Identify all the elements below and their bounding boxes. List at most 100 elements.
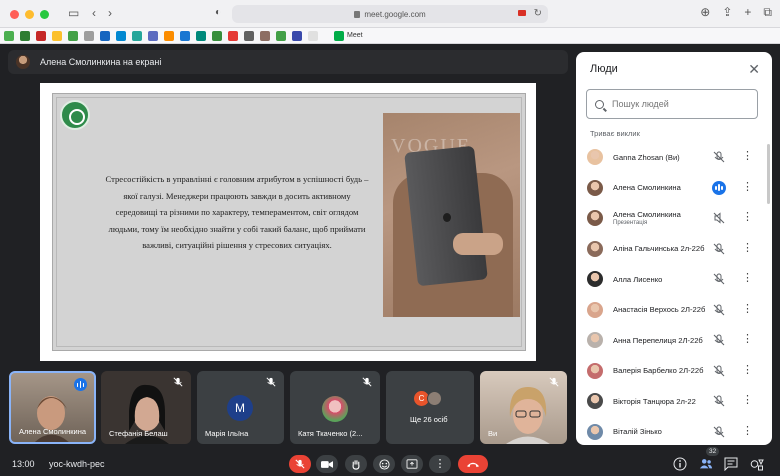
mic-off-icon[interactable] (713, 395, 725, 407)
bookmark-icon[interactable] (308, 30, 318, 41)
address-bar[interactable]: meet.google.com ↻ (232, 5, 548, 23)
participant-row[interactable]: Валерія Барбелко 2Л-22б ⋮ (576, 356, 772, 387)
activities-icon[interactable] (750, 457, 764, 471)
bookmark-icon[interactable] (212, 30, 222, 41)
more-options-button[interactable]: ⋮ (429, 455, 451, 473)
mic-off-icon (266, 377, 276, 387)
bookmark-icon[interactable] (52, 30, 62, 41)
more-vert-icon[interactable]: ⋮ (742, 424, 753, 438)
video-tile[interactable]: Стефанія Белаш (101, 371, 191, 444)
video-tile[interactable]: Алена Смолинкина (9, 371, 96, 444)
participant-name-text: Алла Лисенко (613, 274, 663, 284)
avatar (587, 210, 603, 227)
downloads-icon[interactable]: ⊕ (700, 5, 710, 20)
bookmark-icon[interactable] (132, 30, 142, 41)
raise-hand-button[interactable] (345, 455, 367, 473)
participant-name: Алена Смолинкина Презентація (613, 210, 723, 226)
mic-off-icon[interactable] (713, 365, 725, 377)
participant-row[interactable]: Вікторія Танцюра 2л-22 ⋮ (576, 386, 772, 417)
bookmark-icon[interactable] (292, 30, 302, 41)
more-participants-tile[interactable]: C Ще 26 осіб (386, 371, 474, 444)
participant-row[interactable]: Анна Перепелиця 2Л-22б ⋮ (576, 325, 772, 356)
more-vert-icon[interactable]: ⋮ (742, 180, 753, 194)
maximize-window-icon[interactable] (40, 10, 49, 19)
close-window-icon[interactable] (10, 10, 19, 19)
bookmark-icon[interactable] (276, 30, 286, 41)
bookmark-icon[interactable] (164, 30, 174, 41)
more-vert-icon[interactable]: ⋮ (742, 271, 753, 285)
privacy-shield-icon[interactable]: ◐ (215, 7, 221, 18)
participant-list: Ganna Zhosan (Ви) ⋮ Алена Смолинкина ⋮ Алена… (576, 142, 772, 445)
bookmark-icon[interactable] (180, 30, 190, 41)
bookmark-icon[interactable] (244, 30, 254, 41)
mic-off-icon[interactable] (713, 243, 725, 255)
bookmark-icon[interactable] (20, 30, 30, 41)
video-tile[interactable]: M Марія Ільїна (197, 371, 284, 444)
bookmark-icon[interactable] (4, 30, 14, 41)
participant-row[interactable]: Алена Смолинкина ⋮ (576, 173, 772, 204)
bookmark-icon[interactable] (148, 30, 158, 41)
more-vert-icon[interactable]: ⋮ (742, 363, 753, 377)
sidebar-toggle-icon[interactable]: ▭ (68, 6, 79, 20)
scrollbar[interactable] (767, 144, 770, 204)
mic-off-icon[interactable] (713, 273, 725, 285)
mic-off-icon[interactable] (713, 304, 725, 316)
window-controls[interactable] (10, 10, 49, 19)
video-tile[interactable]: Катя Ткаченко (2... (290, 371, 380, 444)
search-input[interactable] (612, 99, 752, 109)
mic-off-icon[interactable] (713, 334, 725, 346)
mic-toggle-button[interactable] (289, 455, 311, 473)
url-text: meet.google.com (364, 9, 426, 19)
participant-row[interactable]: Аліна Гальчинська 2л-22б ⋮ (576, 234, 772, 265)
slide-body-text: Стресостійкість в управлінні є головним … (105, 174, 369, 250)
bookmark-icon[interactable] (68, 30, 78, 41)
participant-name-text: Вікторія Танцюра 2л-22 (613, 396, 696, 406)
minimize-window-icon[interactable] (25, 10, 34, 19)
participant-row[interactable]: Алла Лисенко ⋮ (576, 264, 772, 295)
participant-row[interactable]: Віталій Зінько ⋮ (576, 417, 772, 446)
back-icon[interactable]: ‹ (92, 6, 96, 20)
close-icon[interactable]: ✕ (748, 61, 760, 78)
bookmark-icon[interactable] (36, 30, 46, 41)
chat-icon[interactable] (724, 457, 738, 471)
screen-audio-off-icon[interactable] (713, 212, 725, 224)
camera-toggle-button[interactable] (316, 455, 338, 473)
bookmark-icon[interactable] (196, 30, 206, 41)
bookmark-icon[interactable] (84, 30, 94, 41)
hang-up-icon (466, 462, 480, 467)
present-now-button[interactable] (401, 455, 423, 473)
people-icon[interactable] (699, 457, 713, 471)
search-field[interactable] (586, 89, 758, 119)
bookmark-icon[interactable] (100, 30, 110, 41)
reload-icon[interactable]: ↻ (534, 8, 542, 19)
participant-row[interactable]: Анастасія Верхось 2Л-22б ⋮ (576, 295, 772, 326)
video-tile[interactable]: Ви (480, 371, 567, 444)
new-tab-icon[interactable]: + (744, 5, 751, 20)
camera-recording-icon[interactable] (518, 10, 526, 16)
presenter-bar: Алена Смолинкина на екрані (8, 50, 568, 74)
mic-off-icon (549, 377, 559, 387)
more-vert-icon[interactable]: ⋮ (742, 210, 753, 224)
more-vert-icon[interactable]: ⋮ (742, 302, 753, 316)
more-vert-icon[interactable]: ⋮ (742, 241, 753, 255)
share-icon[interactable]: ⇪ (722, 5, 732, 20)
more-vert-icon[interactable]: ⋮ (742, 149, 753, 163)
bookmarks-bar: Meet (0, 28, 780, 44)
reactions-button[interactable] (373, 455, 395, 473)
apple-logo-icon (443, 213, 451, 222)
more-vert-icon[interactable]: ⋮ (742, 332, 753, 346)
participant-row[interactable]: Алена Смолинкина Презентація ⋮ (576, 203, 772, 234)
meeting-info-icon[interactable] (673, 457, 687, 471)
more-vert-icon[interactable]: ⋮ (742, 393, 753, 407)
mic-off-icon[interactable] (713, 151, 725, 163)
forward-icon[interactable]: › (108, 6, 112, 20)
bookmark-icon[interactable] (228, 30, 238, 41)
tab-meet[interactable]: Meet (334, 30, 363, 41)
participant-row[interactable]: Ganna Zhosan (Ви) ⋮ (576, 142, 772, 173)
bookmark-icon[interactable] (260, 30, 270, 41)
bookmark-icon[interactable] (116, 30, 126, 41)
participant-name-text: Віталій Зінько (613, 427, 662, 437)
mic-off-icon[interactable] (713, 426, 725, 438)
leave-call-button[interactable] (458, 455, 488, 473)
tab-overview-icon[interactable]: ⧉ (763, 5, 772, 20)
